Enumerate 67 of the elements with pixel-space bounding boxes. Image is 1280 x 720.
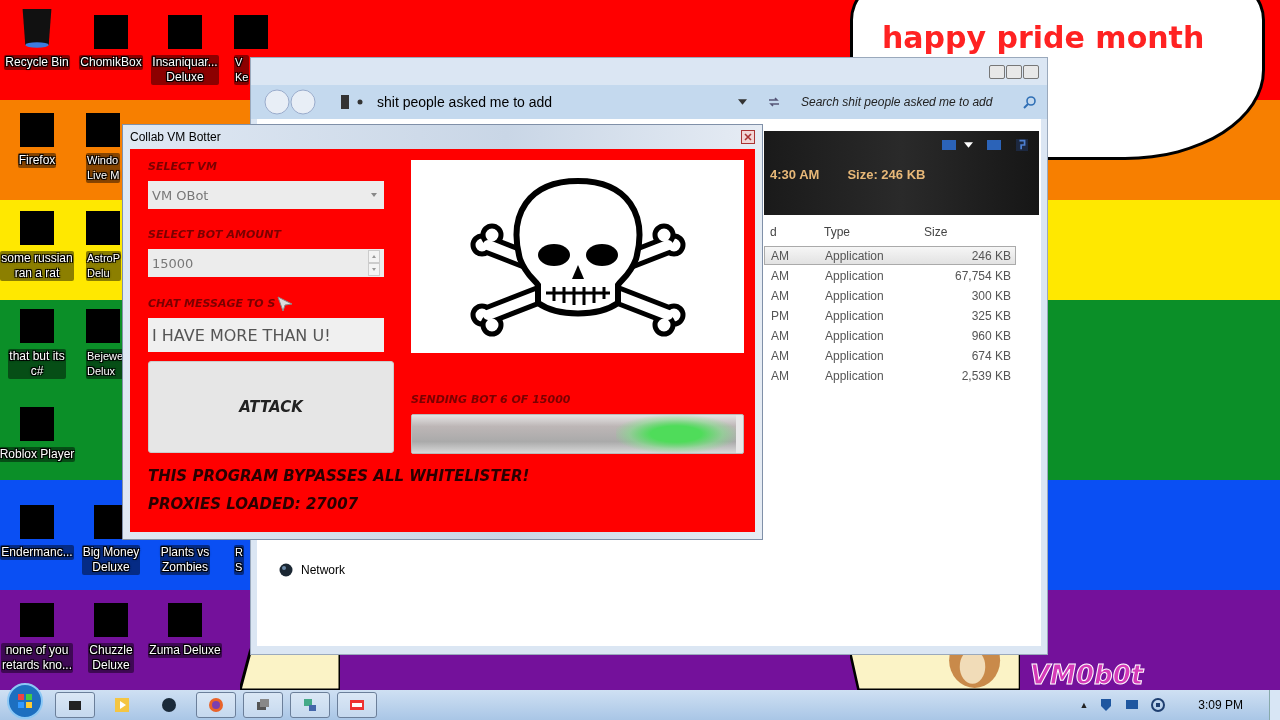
icon-label[interactable]: that but its c# [8,349,66,379]
message-field[interactable]: I HAVE MORE THAN U! [148,318,384,352]
type-cell-text: Application [825,308,885,323]
file-row[interactable]: AM Application 674 KB [764,346,1016,365]
icon-label[interactable]: Insaniquar... Deluxe [151,55,219,85]
type-cell-text: Application [825,348,885,363]
clock[interactable]: 3:09 PM [1198,698,1243,712]
icon-label[interactable]: Windo Live M [86,153,121,183]
file-row[interactable]: PM Application 325 KB [764,306,1016,325]
file-row[interactable]: AM Application 246 KB [764,246,1016,265]
signature-text: VM0b0t [1030,660,1144,690]
size-cell-text: 325 KB [970,308,1011,323]
icon-label[interactable]: some russian ran a rat [0,251,74,281]
size-cell-text: 300 KB [970,288,1011,303]
size-cell-text: 674 KB [970,348,1011,363]
vm-dropdown[interactable]: VM OBot [148,181,384,209]
modified-cell-text: AM [771,328,790,343]
icon-label[interactable]: Zuma Deluxe [148,643,222,658]
attack-button[interactable]: ATTACK [148,361,394,453]
type-cell-text: Application [825,268,885,283]
size-cell-text: 246 KB [970,248,1011,263]
icon-label[interactable]: Roblox Player [0,447,76,462]
modified-cell-text: AM [771,248,790,263]
type-cell-text: Application [825,288,885,303]
nav-item[interactable]: Network [301,563,345,577]
tray-arrow[interactable]: ▲ [1079,700,1089,710]
type-cell-text: Application [825,248,885,263]
status-text: THIS PROGRAM BYPASSES ALL WHITELISTER! [148,466,531,486]
icon-label[interactable]: Recycle Bin [4,55,70,70]
type-cell-text: Application [825,368,885,383]
icon-label[interactable]: AstroP Delu [86,251,121,281]
status-text: PROXIES LOADED: 27007 [148,494,360,514]
size-cell-text: 67,754 KB [953,268,1011,283]
modified-cell-text: PM [771,308,790,323]
column-header[interactable]: Type [824,225,924,239]
icon-label[interactable]: V Ke [234,55,250,85]
icon-label[interactable]: Firefox [17,153,57,168]
icon-label[interactable]: Plants vs Zombies [159,545,211,575]
modified-cell-text: AM [771,368,790,383]
field-label: SELECT VM [148,160,218,174]
icon-label[interactable]: Chuzzle Deluxe [88,643,134,673]
icon-label[interactable]: Endermanc... [0,545,74,560]
modified-cell-text: AM [771,288,790,303]
size-cell-text: 960 KB [970,328,1011,343]
breadcrumb[interactable]: shit people asked me to add [377,94,730,110]
file-row[interactable]: AM Application 2,539 KB [764,366,1016,385]
field-label: CHAT MESSAGE TO S [148,297,276,311]
icon-label[interactable]: ChomikBox [79,55,143,70]
icon-label[interactable]: none of you retards kno... [1,643,73,673]
banner-text: happy pride month [882,20,1205,55]
search-field[interactable]: Search shit people asked me to add [801,90,1037,114]
size-cell-text: 2,539 KB [960,368,1011,383]
progress-label: SENDING BOT 6 OF 15000 [411,393,572,407]
detail-text: Size: 246 KB [847,167,926,182]
bot-amount-field[interactable]: 15000 [148,249,384,277]
field-label: SELECT BOT AMOUNT [148,228,283,242]
icon-label[interactable]: Big Money Deluxe [81,545,141,575]
modified-cell-text: AM [771,268,790,283]
file-row[interactable]: AM Application 960 KB [764,326,1016,345]
detail-text: 4:30 AM [770,167,820,182]
column-header[interactable]: Size [924,225,1010,239]
modified-cell-text: AM [771,348,790,363]
file-row[interactable]: AM Application 300 KB [764,286,1016,305]
window-title: Collab VM Botter [130,130,221,144]
file-row[interactable]: AM Application 67,754 KB [764,266,1016,285]
column-header[interactable]: d [770,225,824,239]
type-cell-text: Application [825,328,885,343]
